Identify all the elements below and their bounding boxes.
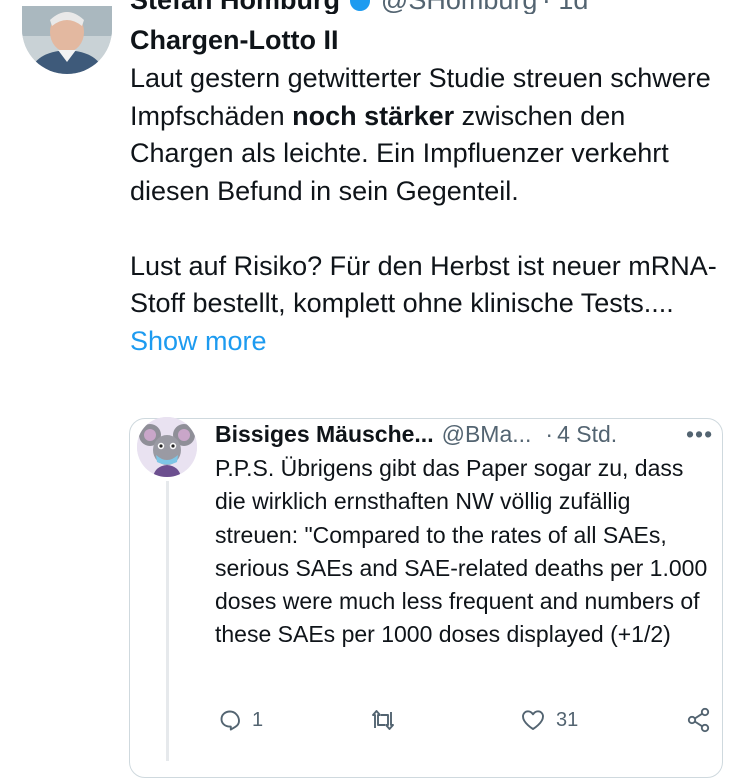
share-button[interactable] — [686, 707, 712, 733]
quoted-time[interactable]: 4 Std. — [557, 421, 617, 447]
quoted-header: Bissiges Mäusche... @BMa... · 4 Std. — [215, 421, 618, 447]
retweet-icon — [372, 710, 394, 730]
reply-icon — [220, 710, 240, 731]
quoted-author-name[interactable]: Bissiges Mäusche... — [215, 421, 434, 447]
tweet-time[interactable]: 1d — [558, 0, 588, 14]
show-more-link[interactable]: Show more — [130, 326, 267, 356]
author-handle[interactable]: @SHomburg — [381, 0, 537, 14]
quoted-author-handle[interactable]: @BMa... — [442, 421, 532, 447]
tweet-paragraph-1: Laut gestern getwitterter Studie streuen… — [130, 63, 711, 206]
like-button[interactable]: 31 — [520, 708, 578, 732]
quoted-author-avatar[interactable] — [137, 417, 197, 477]
tweet-body: Laut gestern getwitterter Studie streuen… — [130, 60, 730, 360]
share-icon — [687, 707, 710, 733]
mouse-avatar-icon — [137, 417, 197, 477]
verified-badge-icon — [350, 0, 371, 11]
author-avatar[interactable] — [22, 6, 112, 74]
tweet-header-cut: Stefan Homburg @SHomburg · 1d — [0, 0, 750, 14]
more-dots-icon[interactable]: ••• — [686, 421, 713, 448]
avatar-photo — [22, 6, 112, 74]
heart-icon — [522, 710, 544, 730]
like-count: 31 — [556, 708, 579, 731]
tweet-title: Chargen-Lotto II — [130, 25, 339, 55]
thread-line — [166, 481, 169, 761]
quoted-text: P.P.S. Übrigens gibt das Paper sogar zu,… — [215, 455, 708, 648]
tweet-paragraph-2: Lust auf Risiko? Für den Herbst ist neue… — [130, 250, 717, 356]
retweet-button[interactable] — [370, 708, 406, 732]
bold-phrase: noch stärker — [292, 100, 455, 131]
reply-button[interactable]: 1 — [218, 708, 263, 732]
reply-count: 1 — [252, 708, 264, 731]
author-name[interactable]: Stefan Homburg — [130, 0, 340, 14]
